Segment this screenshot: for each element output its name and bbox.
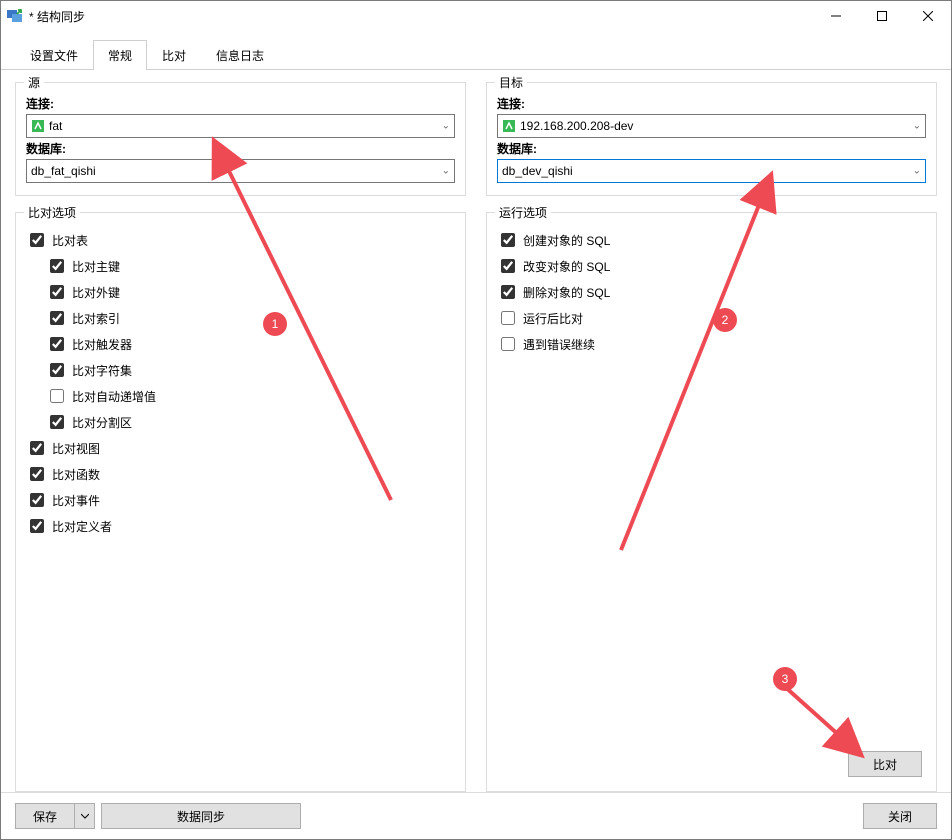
- compare-option-label: 比对自动递增值: [72, 388, 156, 405]
- run-option-row: 运行后比对: [501, 305, 922, 331]
- run-option-label: 遇到错误继续: [523, 336, 595, 353]
- compare-option-checkbox[interactable]: [30, 519, 44, 533]
- compare-option-checkbox[interactable]: [50, 337, 64, 351]
- compare-option-checkbox[interactable]: [50, 311, 64, 325]
- source-fieldset: 源 连接: fat ⌄ 数据库: db_fat_qishi ⌄: [15, 82, 466, 196]
- target-fieldset: 目标 连接: 192.168.200.208-dev ⌄ 数据库: db_dev…: [486, 82, 937, 196]
- compare-option-row: 比对主键: [30, 253, 451, 279]
- tab-settings-file[interactable]: 设置文件: [15, 40, 93, 70]
- chevron-down-icon: ⌄: [442, 166, 450, 177]
- target-connection-label: 连接:: [497, 95, 926, 112]
- compare-option-label: 比对函数: [52, 466, 100, 483]
- chevron-down-icon: ⌄: [913, 166, 921, 177]
- compare-option-row: 比对视图: [30, 435, 451, 461]
- compare-option-checkbox[interactable]: [30, 233, 44, 247]
- data-sync-button[interactable]: 数据同步: [101, 803, 301, 829]
- compare-option-checkbox[interactable]: [50, 259, 64, 273]
- source-connection-select[interactable]: fat ⌄: [26, 114, 455, 138]
- save-button[interactable]: 保存: [15, 803, 75, 829]
- compare-option-label: 比对触发器: [72, 336, 132, 353]
- compare-option-label: 比对字符集: [72, 362, 132, 379]
- target-connection-value: 192.168.200.208-dev: [520, 119, 633, 133]
- database-icon: [31, 119, 49, 133]
- compare-option-label: 比对主键: [72, 258, 120, 275]
- run-option-checkbox[interactable]: [501, 311, 515, 325]
- run-option-label: 运行后比对: [523, 310, 583, 327]
- compare-options-legend: 比对选项: [24, 204, 80, 221]
- source-connection-label: 连接:: [26, 95, 455, 112]
- content-area: 源 连接: fat ⌄ 数据库: db_fat_qishi ⌄ 目标 连: [1, 70, 951, 792]
- compare-option-row: 比对索引: [30, 305, 451, 331]
- run-option-row: 创建对象的 SQL: [501, 227, 922, 253]
- compare-option-row: 比对函数: [30, 461, 451, 487]
- footer: 保存 数据同步 关闭: [1, 792, 951, 839]
- run-option-checkbox[interactable]: [501, 285, 515, 299]
- save-dropdown-button[interactable]: [75, 803, 95, 829]
- app-icon: [7, 8, 23, 24]
- window-title: * 结构同步: [29, 8, 813, 25]
- compare-button[interactable]: 比对: [848, 751, 922, 777]
- chevron-down-icon: ⌄: [913, 121, 921, 132]
- compare-option-row: 比对定义者: [30, 513, 451, 539]
- titlebar: * 结构同步: [1, 1, 951, 31]
- target-legend: 目标: [495, 74, 527, 91]
- source-database-select[interactable]: db_fat_qishi ⌄: [26, 159, 455, 183]
- tab-log[interactable]: 信息日志: [201, 40, 279, 70]
- close-dialog-button[interactable]: 关闭: [863, 803, 937, 829]
- compare-option-label: 比对定义者: [52, 518, 112, 535]
- compare-option-row: 比对表: [30, 227, 451, 253]
- compare-option-checkbox[interactable]: [30, 441, 44, 455]
- compare-option-row: 比对字符集: [30, 357, 451, 383]
- compare-option-checkbox[interactable]: [50, 389, 64, 403]
- source-legend: 源: [24, 74, 44, 91]
- compare-option-row: 比对自动递增值: [30, 383, 451, 409]
- run-option-checkbox[interactable]: [501, 337, 515, 351]
- run-options-legend: 运行选项: [495, 204, 551, 221]
- minimize-button[interactable]: [813, 1, 859, 31]
- database-icon: [502, 119, 520, 133]
- tab-compare[interactable]: 比对: [147, 40, 201, 70]
- compare-option-row: 比对外键: [30, 279, 451, 305]
- compare-options-panel: 比对选项 比对表比对主键比对外键比对索引比对触发器比对字符集比对自动递增值比对分…: [15, 212, 466, 792]
- tabbar: 设置文件 常规 比对 信息日志: [1, 31, 951, 70]
- close-button[interactable]: [905, 1, 951, 31]
- target-database-select[interactable]: db_dev_qishi ⌄: [497, 159, 926, 183]
- compare-option-label: 比对索引: [72, 310, 120, 327]
- run-option-row: 遇到错误继续: [501, 331, 922, 357]
- run-options-panel: 运行选项 创建对象的 SQL改变对象的 SQL删除对象的 SQL运行后比对遇到错…: [486, 212, 937, 792]
- compare-option-label: 比对表: [52, 232, 88, 249]
- chevron-down-icon: ⌄: [442, 121, 450, 132]
- target-connection-select[interactable]: 192.168.200.208-dev ⌄: [497, 114, 926, 138]
- target-database-value: db_dev_qishi: [502, 164, 573, 178]
- compare-option-row: 比对触发器: [30, 331, 451, 357]
- run-option-checkbox[interactable]: [501, 233, 515, 247]
- run-option-checkbox[interactable]: [501, 259, 515, 273]
- compare-option-checkbox[interactable]: [30, 467, 44, 481]
- compare-option-checkbox[interactable]: [50, 285, 64, 299]
- run-option-row: 改变对象的 SQL: [501, 253, 922, 279]
- run-option-label: 改变对象的 SQL: [523, 258, 610, 275]
- run-option-label: 创建对象的 SQL: [523, 232, 610, 249]
- compare-option-label: 比对分割区: [72, 414, 132, 431]
- compare-option-label: 比对视图: [52, 440, 100, 457]
- target-database-label: 数据库:: [497, 140, 926, 157]
- run-option-label: 删除对象的 SQL: [523, 284, 610, 301]
- compare-option-label: 比对外键: [72, 284, 120, 301]
- compare-option-row: 比对事件: [30, 487, 451, 513]
- tab-general[interactable]: 常规: [93, 40, 147, 70]
- compare-option-checkbox[interactable]: [30, 493, 44, 507]
- compare-option-row: 比对分割区: [30, 409, 451, 435]
- maximize-button[interactable]: [859, 1, 905, 31]
- source-database-label: 数据库:: [26, 140, 455, 157]
- compare-option-checkbox[interactable]: [50, 363, 64, 377]
- source-database-value: db_fat_qishi: [31, 164, 96, 178]
- source-connection-value: fat: [49, 119, 62, 133]
- compare-option-label: 比对事件: [52, 492, 100, 509]
- run-option-row: 删除对象的 SQL: [501, 279, 922, 305]
- save-split-button[interactable]: 保存: [15, 803, 95, 829]
- compare-option-checkbox[interactable]: [50, 415, 64, 429]
- window: * 结构同步 设置文件 常规 比对 信息日志 源 连接:: [0, 0, 952, 840]
